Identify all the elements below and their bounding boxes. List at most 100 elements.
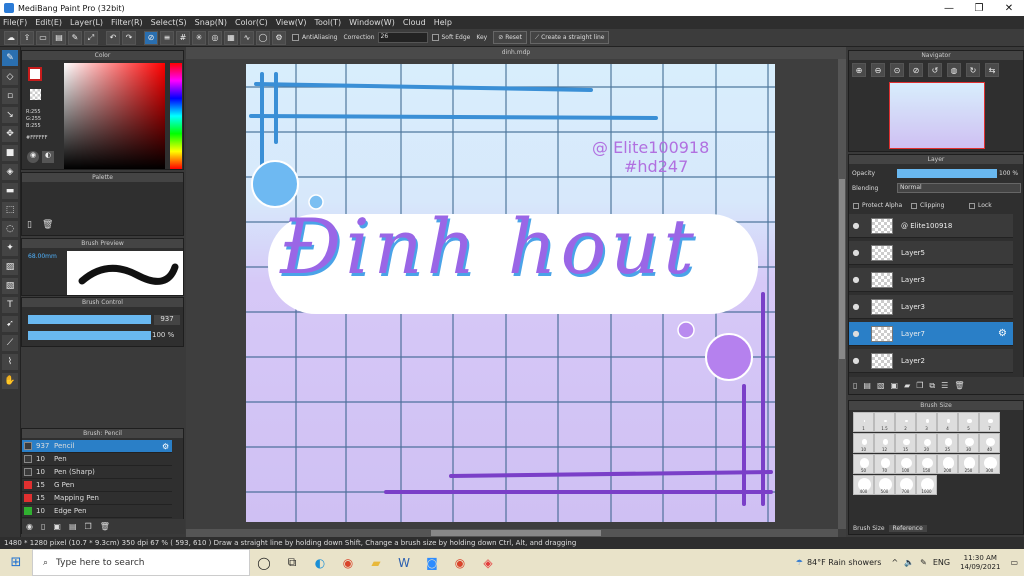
select-pen-icon[interactable]: ▨	[2, 259, 18, 275]
protect-alpha-checkbox[interactable]: Protect Alpha	[853, 202, 902, 209]
eye-icon[interactable]: ●	[849, 221, 863, 230]
layer-settings-icon[interactable]: ☰	[941, 381, 948, 390]
upload-icon[interactable]: ⇪	[20, 30, 34, 45]
layer-row[interactable]: ● Layer3	[849, 268, 1013, 292]
select-eraser-icon[interactable]: ▧	[2, 278, 18, 294]
blending-select[interactable]: Normal	[897, 183, 1021, 193]
duplicate-layer-icon[interactable]: ❐	[916, 381, 923, 390]
concentric-ruler-icon[interactable]: ◎	[208, 30, 222, 45]
weather-text[interactable]: 84°F Rain showers	[807, 558, 882, 567]
text-tool-icon[interactable]: T	[2, 297, 18, 313]
layer-opacity-slider[interactable]	[897, 169, 997, 178]
ruler-off-icon[interactable]: ⊘	[144, 30, 158, 45]
artwork-canvas[interactable]: @ Elite100918 #hd247 Ðinh hout	[246, 64, 775, 522]
cloud-icon[interactable]: ☁	[4, 30, 18, 45]
task-view2-icon[interactable]: ⧉	[278, 549, 306, 576]
correction-select[interactable]: 26	[377, 32, 428, 43]
transparent-swatch[interactable]	[30, 89, 41, 100]
layer-row[interactable]: ● Layer5	[849, 241, 1013, 265]
menu-filter[interactable]: Filter(R)	[111, 18, 143, 27]
brush-size-preset[interactable]: 10	[853, 433, 874, 453]
brush-size-preset[interactable]: 400	[853, 475, 874, 495]
eye-icon[interactable]: ●	[849, 329, 863, 338]
menu-tool[interactable]: Tool(T)	[314, 18, 341, 27]
brush-size-preset[interactable]: 700	[895, 475, 916, 495]
flip-icon[interactable]: ⇆	[985, 63, 999, 77]
brush-item[interactable]: 10 Edge Pen	[22, 505, 172, 518]
redo-icon[interactable]: ↷	[122, 30, 136, 45]
hue-slider[interactable]	[170, 63, 182, 169]
brush-size-preset[interactable]: 250	[958, 454, 979, 474]
palette-icon[interactable]: ◉	[27, 151, 39, 163]
pen-tool-icon[interactable]: ↘	[2, 107, 18, 123]
brush-size-preset[interactable]: 300	[979, 454, 1000, 474]
brush-menu-icon[interactable]: ▣	[53, 522, 61, 531]
grid-ruler-icon[interactable]: #	[176, 30, 190, 45]
brush-size-preset[interactable]: 7	[979, 412, 1000, 432]
brush-size-preset[interactable]: 500	[874, 475, 895, 495]
gradient-tool-icon[interactable]: ▬	[2, 183, 18, 199]
select-tool-icon[interactable]: ⬚	[2, 202, 18, 218]
brush-size-preset[interactable]: 30	[958, 433, 979, 453]
navigator-thumbnail[interactable]	[889, 82, 985, 149]
menu-view[interactable]: View(V)	[276, 18, 307, 27]
maximize-button[interactable]: ❐	[964, 3, 994, 14]
brush-tool-icon[interactable]: ✎	[2, 50, 18, 66]
parallel-ruler-icon[interactable]: ≡	[160, 30, 174, 45]
brush-size-preset[interactable]: 100	[895, 454, 916, 474]
expand-icon[interactable]: ⤢	[84, 30, 98, 45]
brush-size-preset[interactable]: 25	[937, 433, 958, 453]
brush-item[interactable]: 15 G Pen	[22, 479, 172, 492]
tab-brush-size[interactable]: Brush Size	[849, 525, 889, 532]
eyedropper-icon[interactable]: ⌇	[2, 354, 18, 370]
rotate-right-icon[interactable]: ↻	[966, 63, 980, 77]
layer-opacity-value[interactable]: 100 %	[999, 170, 1018, 177]
zoom-fit-icon[interactable]: ⊙	[890, 63, 904, 77]
message-icon[interactable]: ▤	[52, 30, 66, 45]
new-brush-icon[interactable]: ▯	[41, 522, 45, 531]
divide-tool-icon[interactable]: ⟋	[2, 335, 18, 351]
palette-delete-icon[interactable]: 🗑	[42, 220, 53, 230]
eye-icon[interactable]: ●	[849, 356, 863, 365]
medibang-icon[interactable]: ◈	[474, 549, 502, 576]
brush-settings-gear-icon[interactable]: ⚙	[162, 442, 169, 451]
shape-tool-icon[interactable]: ■	[2, 145, 18, 161]
brush-size-preset[interactable]: 15	[895, 433, 916, 453]
brush-size-preset[interactable]: 150	[916, 454, 937, 474]
operation-tool-icon[interactable]: ➹	[2, 316, 18, 332]
radial-ruler-icon[interactable]: ✳	[192, 30, 206, 45]
brush-size-preset[interactable]: 200	[937, 454, 958, 474]
file-explorer-icon[interactable]: ▰	[362, 549, 390, 576]
rotate-left-icon[interactable]: ↺	[928, 63, 942, 77]
merge-layer-icon[interactable]: ⧉	[929, 381, 935, 391]
clock[interactable]: 11:30 AM 14/09/2021	[960, 554, 1000, 572]
add-brush-icon[interactable]: ◉	[26, 522, 33, 531]
brush-size-preset[interactable]: 3	[916, 412, 937, 432]
menu-cloud[interactable]: Cloud	[403, 18, 426, 27]
zoom-actual-icon[interactable]: ⊘	[909, 63, 923, 77]
eraser-tool-icon[interactable]: ◇	[2, 69, 18, 85]
horizontal-scrollbar[interactable]	[186, 529, 838, 537]
color-wheel-icon[interactable]: ◐	[42, 151, 54, 163]
clipping-checkbox[interactable]: Clipping	[911, 202, 944, 209]
menu-layer[interactable]: Layer(L)	[70, 18, 103, 27]
chrome2-icon[interactable]: ◉	[446, 549, 474, 576]
brush-size-preset[interactable]: 40	[979, 433, 1000, 453]
chrome-icon[interactable]: ◉	[334, 549, 362, 576]
menu-help[interactable]: Help	[434, 18, 452, 27]
layer-row[interactable]: ● Layer2	[849, 349, 1013, 373]
brush-item[interactable]: 937 Pencil	[22, 440, 172, 453]
menu-window[interactable]: Window(W)	[349, 18, 395, 27]
ellipse-ruler-icon[interactable]: ◯	[256, 30, 270, 45]
brush-size-preset[interactable]: 70	[874, 454, 895, 474]
saturation-value-picker[interactable]	[64, 63, 165, 169]
brush-opacity-slider[interactable]	[28, 331, 151, 340]
gear-icon[interactable]: ⚙	[272, 30, 286, 45]
minimize-button[interactable]: —	[934, 3, 964, 14]
new-halftone-layer-icon[interactable]: ▤	[863, 381, 871, 390]
brush-item[interactable]: 10 Pen	[22, 453, 172, 466]
antialias-checkbox[interactable]	[292, 34, 299, 41]
edge-icon[interactable]: ◐	[306, 549, 334, 576]
brush-opacity-value[interactable]: 100 %	[152, 331, 174, 339]
new-layer-icon[interactable]: ▯	[853, 381, 857, 390]
